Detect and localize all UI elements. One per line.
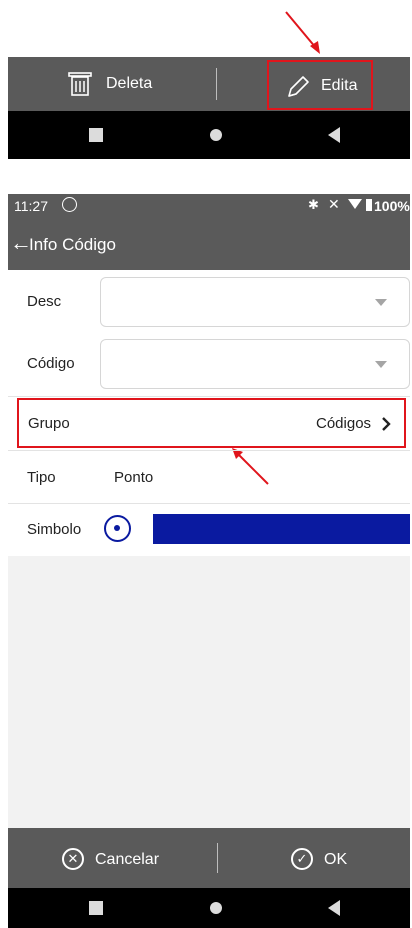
- page-title: Info Código: [29, 235, 116, 254]
- annotation-arrow-top: [285, 11, 320, 54]
- chevron-down-icon: [375, 299, 387, 306]
- divider: [8, 450, 410, 451]
- ok-button[interactable]: ✓ OK: [291, 845, 361, 873]
- grupo-label: Grupo: [28, 415, 70, 432]
- trash-icon: [68, 72, 92, 96]
- app-bar: ← Info Código: [8, 218, 410, 270]
- system-nav-bar-bottom: [8, 888, 410, 928]
- grupo-row[interactable]: Grupo Códigos: [17, 398, 406, 448]
- empty-content-area: [8, 556, 410, 828]
- bluetooth-icon: ✱: [308, 197, 319, 212]
- desc-label: Desc: [27, 293, 62, 310]
- chevron-right-icon: [382, 417, 391, 431]
- recents-nav-button[interactable]: [89, 128, 103, 142]
- ok-button-label: OK: [324, 851, 348, 868]
- desc-dropdown[interactable]: [100, 277, 410, 327]
- status-time: 11:27: [14, 198, 48, 214]
- toolbar-divider: [216, 68, 217, 100]
- codigo-dropdown[interactable]: [100, 339, 410, 389]
- symbol-radio-icon[interactable]: [104, 515, 131, 542]
- delete-button[interactable]: Deleta: [68, 66, 168, 102]
- wifi-icon: [348, 199, 362, 209]
- tipo-value: Ponto: [114, 469, 154, 486]
- divider: [8, 396, 410, 397]
- tipo-label: Tipo: [27, 469, 56, 486]
- close-circle-icon: ✕: [62, 848, 84, 870]
- codigo-label: Código: [27, 355, 75, 372]
- symbol-color-swatch[interactable]: [153, 514, 410, 544]
- sync-icon: [62, 197, 77, 212]
- battery-icon: [366, 199, 372, 211]
- cancel-button-label: Cancelar: [95, 851, 160, 868]
- system-nav-bar-top: [8, 111, 410, 159]
- mute-icon: ✕: [328, 196, 340, 212]
- battery-text: 100%: [374, 198, 410, 214]
- divider: [8, 503, 410, 504]
- check-circle-icon: ✓: [291, 848, 313, 870]
- chevron-down-icon: [375, 361, 387, 368]
- delete-button-label: Deleta: [106, 75, 153, 92]
- status-bar: 11:27 ✱ ✕ 100%: [8, 194, 410, 218]
- pencil-icon: [288, 76, 309, 97]
- edit-button-label: Edita: [321, 77, 358, 94]
- home-nav-button[interactable]: [210, 902, 222, 914]
- back-nav-button[interactable]: [328, 127, 340, 143]
- simbolo-label: Simbolo: [27, 521, 82, 538]
- grupo-value: Códigos: [316, 415, 372, 432]
- cancel-button[interactable]: ✕ Cancelar: [62, 845, 172, 873]
- back-nav-button[interactable]: [328, 900, 340, 916]
- edit-button[interactable]: Edita: [267, 60, 373, 110]
- annotation-arrow-grupo: [232, 448, 269, 485]
- home-nav-button[interactable]: [210, 129, 222, 141]
- bottom-divider: [217, 843, 218, 873]
- recents-nav-button[interactable]: [89, 901, 103, 915]
